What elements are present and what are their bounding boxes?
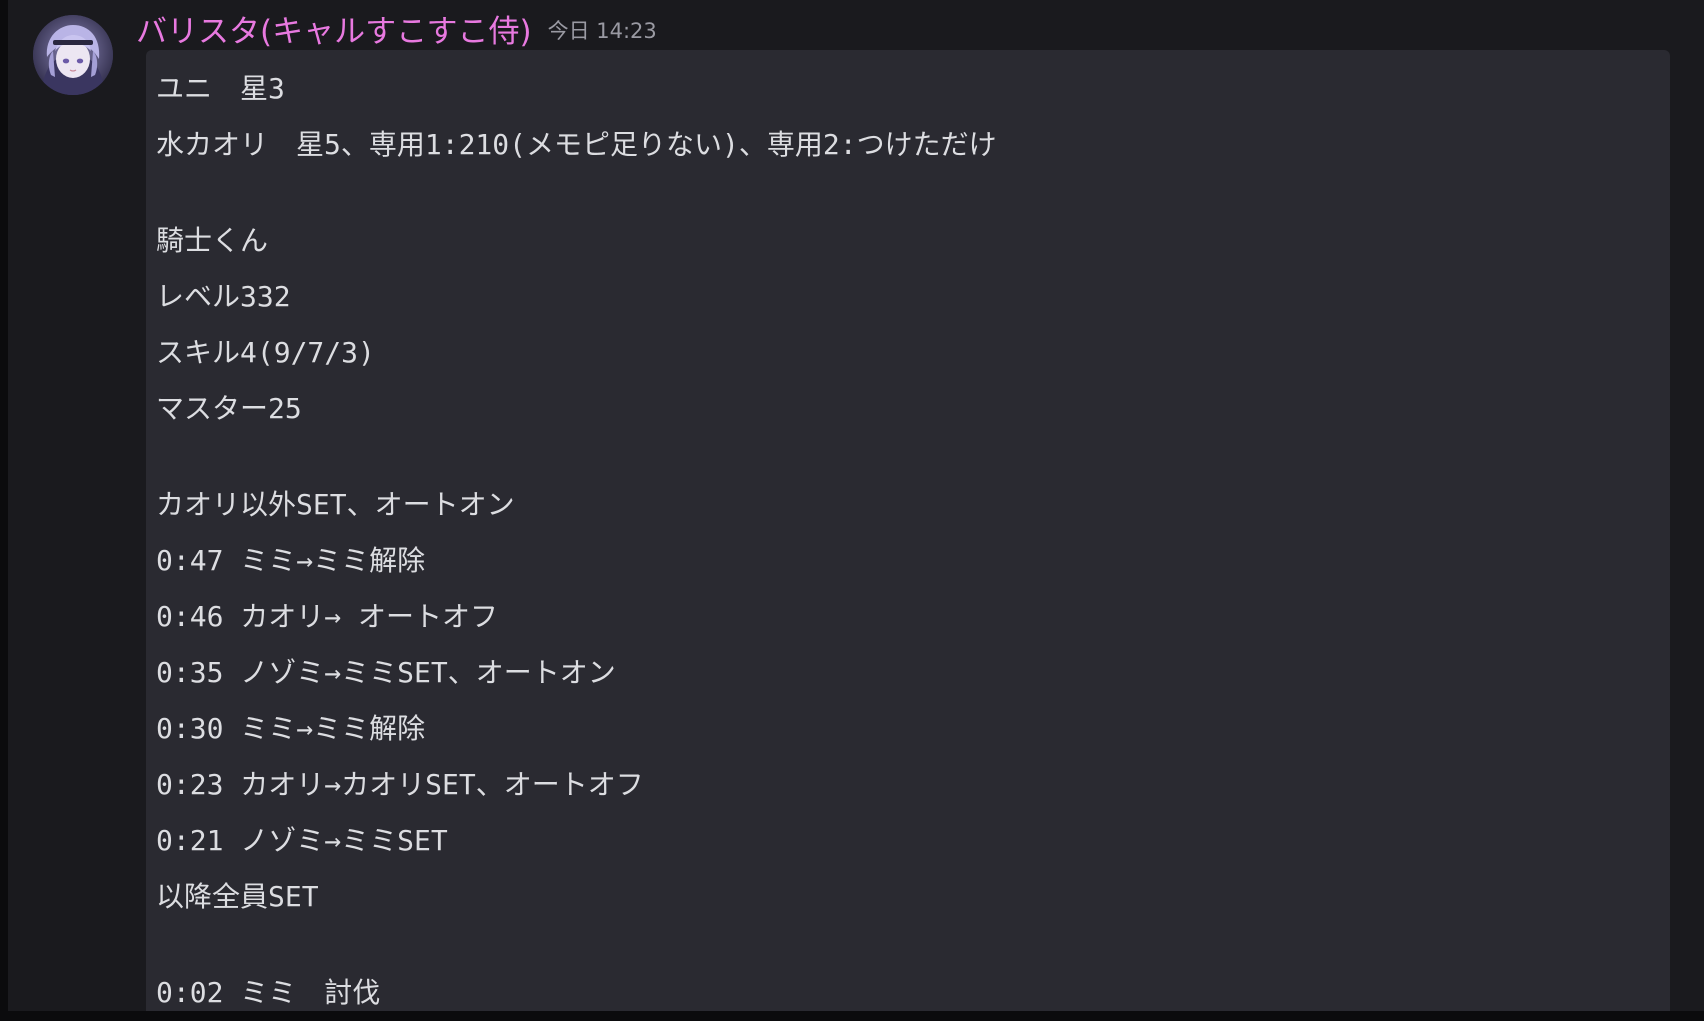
code-line: 以降全員SET: [156, 880, 319, 913]
code-line: レベル332: [156, 280, 291, 313]
code-line: 0:02 ミミ 討伐: [156, 976, 381, 1009]
code-line: 0:35 ノゾミ→ミミSET、オートオン: [156, 656, 616, 689]
app-window: バリスタ(キャルすこすこ侍) 今日 14:23 ユニ 星3 水カオリ 星5、専用1…: [0, 0, 1704, 1011]
code-line: 0:21 ノゾミ→ミミSET: [156, 824, 448, 857]
code-line: 水カオリ 星5、専用1:210(メモピ足りない)、専用2:つけただけ: [156, 128, 997, 161]
avatar[interactable]: [33, 15, 113, 95]
message-header: バリスタ(キャルすこすこ侍) 今日 14:23: [136, 6, 657, 50]
chat-pane: バリスタ(キャルすこすこ侍) 今日 14:23 ユニ 星3 水カオリ 星5、専用1…: [8, 0, 1704, 1011]
timestamp: 今日 14:23: [547, 19, 657, 43]
code-line: スキル4(9/7/3): [156, 336, 375, 369]
code-line: カオリ以外SET、オートオン: [156, 488, 515, 521]
code-line: 0:46 カオリ→ オートオフ: [156, 600, 499, 633]
code-line: 0:30 ミミ→ミミ解除: [156, 712, 426, 745]
username[interactable]: バリスタ(キャルすこすこ侍): [136, 6, 532, 51]
code-line: ユニ 星3: [156, 72, 285, 105]
code-line: 0:23 カオリ→カオリSET、オートオフ: [156, 768, 644, 801]
code-block: ユニ 星3 水カオリ 星5、専用1:210(メモピ足りない)、専用2:つけただけ騎…: [146, 50, 1670, 1011]
code-line: 騎士くん: [156, 224, 269, 257]
code-line: 0:47 ミミ→ミミ解除: [156, 544, 426, 577]
code-line: マスター25: [156, 392, 302, 425]
anime-character-avatar-icon: [33, 15, 113, 95]
